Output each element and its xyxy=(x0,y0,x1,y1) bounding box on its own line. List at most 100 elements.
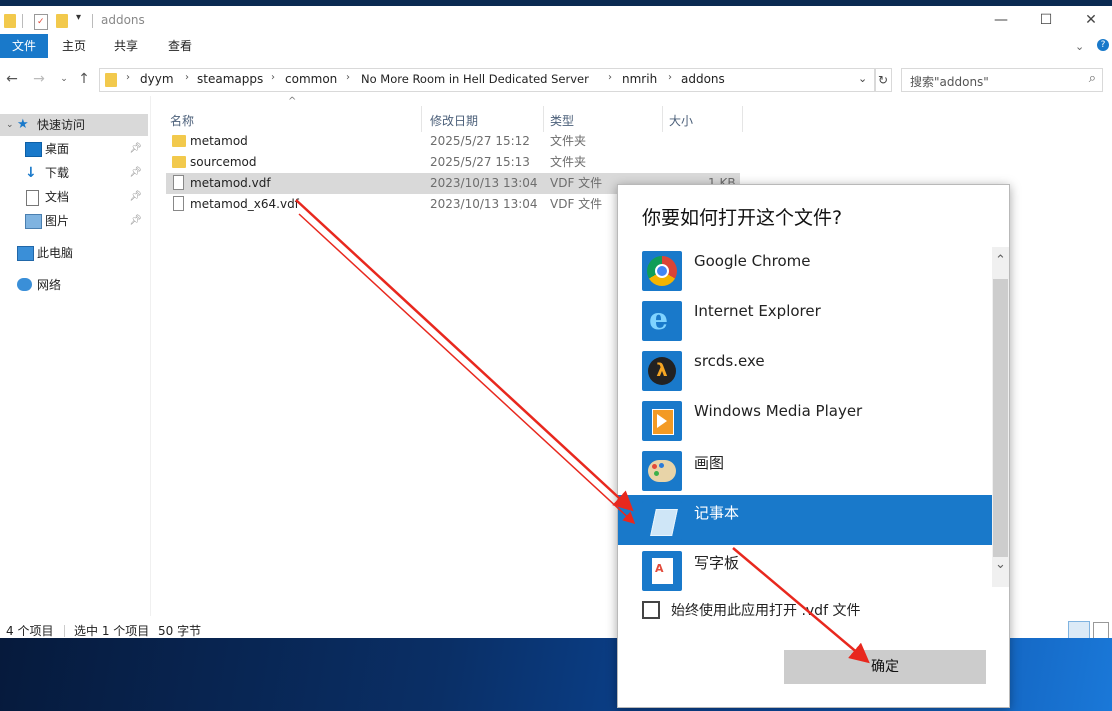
open-with-dialog: 你要如何打开这个文件? Google Chrome e Internet Exp… xyxy=(617,184,1010,708)
breadcrumb-separator[interactable]: › xyxy=(346,72,350,83)
search-icon[interactable]: ⌕ xyxy=(1089,71,1096,86)
breadcrumb-item[interactable]: No More Room in Hell Dedicated Server xyxy=(361,72,589,86)
pin-icon[interactable]: 📌︎ xyxy=(129,138,142,160)
app-option-chrome[interactable]: Google Chrome xyxy=(618,245,992,295)
star-icon: ★ xyxy=(17,117,29,132)
column-divider[interactable] xyxy=(662,106,663,132)
file-type: 文件夹 xyxy=(550,155,587,169)
address-dropdown-icon[interactable]: ⌄ xyxy=(858,72,867,85)
always-use-checkbox[interactable] xyxy=(642,601,660,619)
app-name: 写字板 xyxy=(694,554,740,572)
recent-locations-icon[interactable]: ⌄ xyxy=(55,70,73,88)
chevron-up-icon[interactable]: ⌃ xyxy=(994,253,1007,268)
pin-icon[interactable]: 📌︎ xyxy=(129,162,142,184)
dialog-title: 你要如何打开这个文件? xyxy=(642,207,843,229)
sidebar-item-quick-access[interactable]: ⌄ ★ 快速访问 xyxy=(0,114,148,136)
tab-share[interactable]: 共享 xyxy=(104,34,148,58)
column-divider[interactable] xyxy=(742,106,743,132)
search-placeholder: 搜索"addons" xyxy=(910,75,989,89)
sidebar-item-label: 下载 xyxy=(45,166,70,180)
up-arrow-icon[interactable]: ↑ xyxy=(75,70,93,88)
app-option-srcds[interactable]: λ srcds.exe xyxy=(618,345,992,395)
refresh-icon[interactable]: ↻ xyxy=(874,68,892,92)
title-divider xyxy=(92,14,93,28)
back-arrow-icon[interactable]: ← xyxy=(3,70,21,88)
file-name: metamod.vdf xyxy=(190,176,271,190)
minimize-button[interactable]: — xyxy=(986,10,1016,30)
file-icon xyxy=(173,196,184,211)
sidebar-item-pictures[interactable]: 图片 📌︎ xyxy=(0,210,148,232)
qat-dropdown-icon[interactable]: ▾ xyxy=(76,12,81,23)
ok-button[interactable]: 确定 xyxy=(784,650,986,684)
sidebar-item-this-pc[interactable]: 此电脑 xyxy=(0,242,148,264)
ie-icon: e xyxy=(642,301,682,341)
chevron-down-icon[interactable]: ⌄ xyxy=(994,557,1007,572)
app-name: 画图 xyxy=(694,454,725,472)
sidebar-item-downloads[interactable]: ↓ 下载 📌︎ xyxy=(0,162,148,184)
app-list-scrollbar[interactable]: ⌃ ⌄ xyxy=(992,247,1009,587)
app-option-notepad[interactable]: 记事本 xyxy=(618,495,992,545)
file-icon xyxy=(173,175,184,190)
column-header-name[interactable]: 名称 xyxy=(170,110,194,132)
close-button[interactable]: ✕ xyxy=(1076,10,1106,30)
file-name: sourcemod xyxy=(190,155,257,169)
breadcrumb-separator[interactable]: › xyxy=(608,72,612,83)
ribbon-expand-icon[interactable]: ⌄ xyxy=(1075,40,1084,53)
collapse-icon[interactable]: ⌄ xyxy=(6,114,14,136)
sidebar-item-documents[interactable]: 文档 📌︎ xyxy=(0,186,148,208)
status-divider xyxy=(64,625,65,637)
tab-file[interactable]: 文件 xyxy=(0,34,48,58)
sort-ascending-icon: ^ xyxy=(288,96,297,107)
title-bar: ✓ ▾ addons — ☐ ✕ xyxy=(0,6,1112,34)
app-option-wordpad[interactable]: A 写字板 xyxy=(618,545,992,595)
navigation-pane: ⌄ ★ 快速访问 桌面 📌︎ ↓ 下载 📌︎ 文档 📌︎ 图片 📌︎ 此电脑 网… xyxy=(0,100,150,600)
breadcrumb-item[interactable]: addons xyxy=(681,72,725,86)
column-header-date[interactable]: 修改日期 xyxy=(430,110,478,132)
app-name: Internet Explorer xyxy=(694,302,821,320)
column-header-type[interactable]: 类型 xyxy=(550,110,574,132)
breadcrumb-item[interactable]: nmrih xyxy=(622,72,657,86)
column-header-size[interactable]: 大小 xyxy=(669,110,693,132)
folder-icon xyxy=(172,156,186,168)
column-divider[interactable] xyxy=(421,106,422,132)
properties-icon[interactable]: ✓ xyxy=(34,14,48,30)
breadcrumb-separator[interactable]: › xyxy=(185,72,189,83)
pin-icon[interactable]: 📌︎ xyxy=(129,210,142,232)
file-row[interactable]: sourcemod 2025/5/27 15:13 文件夹 xyxy=(166,152,740,173)
file-date: 2025/5/27 15:12 xyxy=(430,134,530,148)
maximize-button[interactable]: ☐ xyxy=(1031,10,1061,30)
address-field[interactable]: › dyym › steamapps › common › No More Ro… xyxy=(99,68,876,92)
scrollbar-thumb[interactable] xyxy=(993,279,1008,557)
app-option-paint[interactable]: 画图 xyxy=(618,445,992,495)
file-row[interactable]: metamod 2025/5/27 15:12 文件夹 xyxy=(166,131,740,152)
app-option-internet-explorer[interactable]: e Internet Explorer xyxy=(618,295,992,345)
download-icon: ↓ xyxy=(25,165,37,181)
new-folder-icon[interactable] xyxy=(56,14,68,28)
file-name: metamod xyxy=(190,134,248,148)
forward-arrow-icon[interactable]: → xyxy=(30,70,48,88)
half-life-icon: λ xyxy=(642,351,682,391)
pin-icon[interactable]: 📌︎ xyxy=(129,186,142,208)
breadcrumb-item[interactable]: steamapps xyxy=(197,72,263,86)
sidebar-item-label: 桌面 xyxy=(45,142,70,156)
column-divider[interactable] xyxy=(543,106,544,132)
file-type: 文件夹 xyxy=(550,134,587,148)
breadcrumb-item[interactable]: dyym xyxy=(140,72,174,86)
breadcrumb-separator[interactable]: › xyxy=(271,72,275,83)
sidebar-item-network[interactable]: 网络 xyxy=(0,274,148,296)
sidebar-item-desktop[interactable]: 桌面 📌︎ xyxy=(0,138,148,160)
help-icon[interactable]: ? xyxy=(1097,39,1109,51)
tab-view[interactable]: 查看 xyxy=(158,34,202,58)
app-option-windows-media-player[interactable]: Windows Media Player xyxy=(618,395,992,445)
breadcrumb-separator[interactable]: › xyxy=(126,72,130,83)
tab-home[interactable]: 主页 xyxy=(52,34,96,58)
address-bar: ← → ⌄ ↑ › dyym › steamapps › common › No… xyxy=(0,66,1112,94)
search-input[interactable]: 搜索"addons" ⌕ xyxy=(901,68,1103,92)
breadcrumb-separator[interactable]: › xyxy=(668,72,672,83)
chrome-icon xyxy=(642,251,682,291)
qat-divider xyxy=(22,14,23,28)
breadcrumb-item[interactable]: common xyxy=(285,72,337,86)
folder-icon xyxy=(4,14,16,28)
sidebar-item-label: 快速访问 xyxy=(37,118,86,132)
file-type: VDF 文件 xyxy=(550,176,603,190)
